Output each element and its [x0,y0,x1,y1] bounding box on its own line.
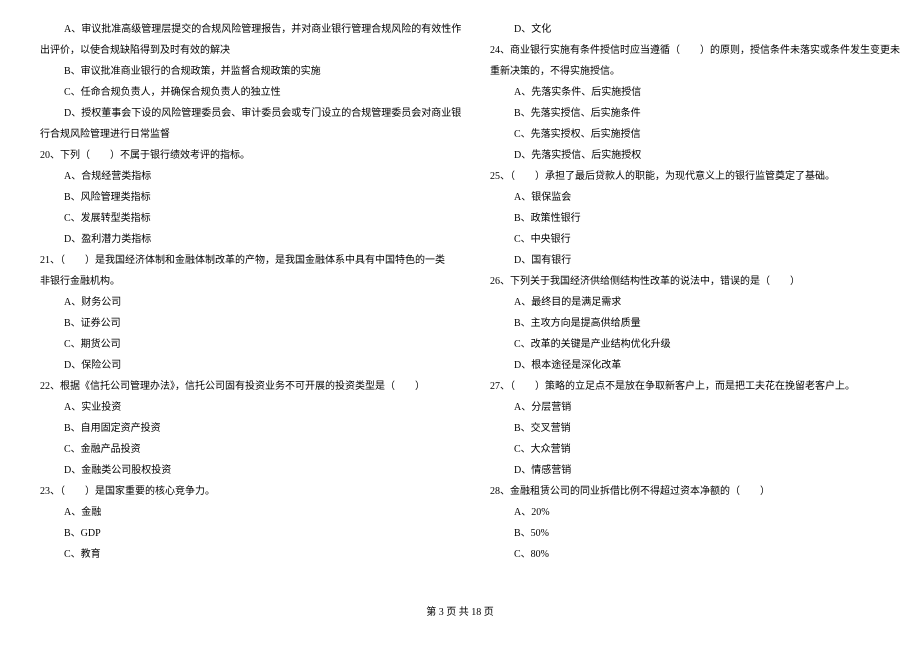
q22-stem: 22、根据《信托公司管理办法》，信托公司固有投资业务不可开展的投资类型是（ ） [40,377,460,396]
q21-option-d: D、保险公司 [40,356,460,375]
q24-option-a: A、先落实条件、后实施授信 [490,83,900,102]
q23-option-b: B、GDP [40,524,460,543]
q22-option-c: C、金融产品投资 [40,440,460,459]
page-container: A、审议批准高级管理层提交的合规风险管理报告，并对商业银行管理合规风险的有效性作… [40,20,880,595]
q24-option-c: C、先落实授权、后实施授信 [490,125,900,144]
page-footer: 第 3 页 共 18 页 [40,603,880,622]
q25-option-a: A、银保监会 [490,188,900,207]
q20-stem: 20、下列（ ）不属于银行绩效考评的指标。 [40,146,460,165]
q23-option-c: C、教育 [40,545,460,564]
q24-option-d: D、先落实授信、后实施授权 [490,146,900,165]
q26-option-a: A、最终目的是满足需求 [490,293,900,312]
q25-option-d: D、国有银行 [490,251,900,270]
q27-option-a: A、分层营销 [490,398,900,417]
q26-option-c: C、改革的关键是产业结构优化升级 [490,335,900,354]
q28-option-c: C、80% [490,545,900,564]
q26-stem: 26、下列关于我国经济供给侧结构性改革的说法中，错误的是（ ） [490,272,900,291]
q27-option-d: D、情感营销 [490,461,900,480]
q28-stem: 28、金融租赁公司的同业拆借比例不得超过资本净额的（ ） [490,482,900,501]
q21-option-b: B、证券公司 [40,314,460,333]
left-column: A、审议批准高级管理层提交的合规风险管理报告，并对商业银行管理合规风险的有效性作… [40,20,460,595]
q21-option-c: C、期货公司 [40,335,460,354]
q25-option-b: B、政策性银行 [490,209,900,228]
q20-option-c: C、发展转型类指标 [40,209,460,228]
q19-option-a-line1: A、审议批准高级管理层提交的合规风险管理报告，并对商业银行管理合规风险的有效性作 [40,20,460,39]
q19-option-d-line2: 行合规风险管理进行日常监督 [40,125,460,144]
q20-option-a: A、合规经营类指标 [40,167,460,186]
q19-option-b: B、审议批准商业银行的合规政策，并监督合规政策的实施 [40,62,460,81]
q19-option-c: C、任命合规负责人，并确保合规负责人的独立性 [40,83,460,102]
q27-stem: 27、（ ）策略的立足点不是放在争取新客户上，而是把工夫花在挽留老客户上。 [490,377,900,396]
q23-option-a: A、金融 [40,503,460,522]
q22-option-b: B、自用固定资产投资 [40,419,460,438]
q23-option-d: D、文化 [490,20,900,39]
q26-option-b: B、主攻方向是提高供给质量 [490,314,900,333]
q25-stem: 25、（ ）承担了最后贷款人的职能，为现代意义上的银行监管奠定了基础。 [490,167,900,186]
q22-option-a: A、实业投资 [40,398,460,417]
right-column: D、文化 24、商业银行实施有条件授信时应当遵循（ ）的原则，授信条件未落实或条… [490,20,900,595]
q24-stem-line2: 重新决策的，不得实施授信。 [490,62,900,81]
q22-option-d: D、金融类公司股权投资 [40,461,460,480]
q26-option-d: D、根本途径是深化改革 [490,356,900,375]
q21-option-a: A、财务公司 [40,293,460,312]
q19-option-a-line2: 出评价，以使合规缺陷得到及时有效的解决 [40,41,460,60]
q20-option-b: B、风险管理类指标 [40,188,460,207]
q24-option-b: B、先落实授信、后实施条件 [490,104,900,123]
q28-option-a: A、20% [490,503,900,522]
q21-stem-line1: 21、（ ）是我国经济体制和金融体制改革的产物，是我国金融体系中具有中国特色的一… [40,251,460,270]
q21-stem-line2: 非银行金融机构。 [40,272,460,291]
q28-option-b: B、50% [490,524,900,543]
q23-stem: 23、（ ）是国家重要的核心竞争力。 [40,482,460,501]
q19-option-d-line1: D、授权董事会下设的风险管理委员会、审计委员会或专门设立的合规管理委员会对商业银 [40,104,460,123]
q25-option-c: C、中央银行 [490,230,900,249]
q24-stem-line1: 24、商业银行实施有条件授信时应当遵循（ ）的原则，授信条件未落实或条件发生变更… [490,41,900,60]
q20-option-d: D、盈利潜力类指标 [40,230,460,249]
q27-option-b: B、交叉营销 [490,419,900,438]
q27-option-c: C、大众营销 [490,440,900,459]
